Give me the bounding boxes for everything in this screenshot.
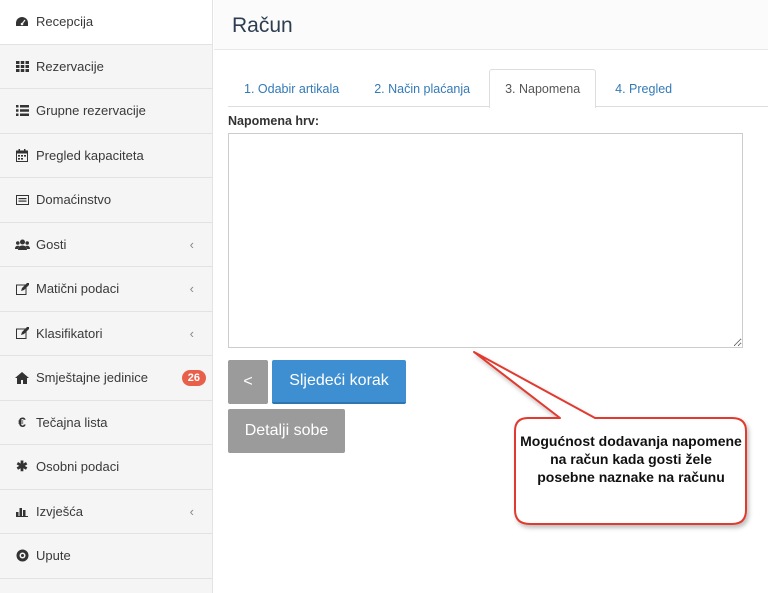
grid-icon [14, 58, 30, 74]
sidebar-item-upute[interactable]: Upute [0, 534, 212, 579]
sidebar-item-pregled-kapaciteta[interactable]: Pregled kapaciteta [0, 134, 212, 178]
sidebar: Recepcija Rezervacije Grupne rezervacije… [0, 0, 213, 593]
back-button[interactable]: < [228, 360, 268, 404]
room-details-button[interactable]: Detalji sobe [228, 409, 345, 453]
chevron-left-icon: ‹ [189, 281, 194, 297]
tab-odabir-artikala[interactable]: 1. Odabir artikala [228, 69, 355, 107]
note-field-label: Napomena hrv: [228, 114, 319, 128]
tab-pregled[interactable]: 4. Pregled [599, 69, 688, 107]
page-header: Račun [214, 0, 768, 50]
sidebar-item-label: Osobni podaci [36, 459, 120, 475]
list-icon [14, 103, 30, 119]
sidebar-item-klasifikatori[interactable]: Klasifikatori ‹ [0, 312, 212, 356]
sidebar-item-tecajna-lista[interactable]: € Tečajna lista [0, 401, 212, 445]
sidebar-item-domacinstvo[interactable]: Domaćinstvo [0, 178, 212, 223]
sidebar-item-label: Tečajna lista [36, 414, 108, 430]
dashboard-icon [14, 14, 30, 30]
wizard-tabs: 1. Odabir artikala 2. Način plaćanja 3. … [228, 69, 768, 108]
asterisk-icon: ✱ [16, 458, 28, 475]
next-step-button[interactable]: Sljedeći korak [272, 360, 406, 404]
sidebar-item-label: Klasifikatori [36, 325, 103, 341]
bar-chart-icon [14, 503, 30, 519]
sidebar-item-maticni-podaci[interactable]: Matični podaci ‹ [0, 267, 212, 312]
sidebar-item-izvjesca[interactable]: Izvješća ‹ [0, 490, 212, 534]
note-textarea[interactable] [228, 133, 743, 348]
sidebar-item-grupne-rezervacije[interactable]: Grupne rezervacije [0, 89, 212, 134]
sidebar-item-rezervacije[interactable]: Rezervacije [0, 45, 212, 89]
chevron-left-icon: ‹ [189, 236, 194, 252]
sidebar-item-smjestajne-jedinice[interactable]: Smještajne jedinice 26 [0, 356, 212, 401]
callout-text: Mogućnost dodavanja napomene na račun ka… [520, 433, 742, 485]
sidebar-item-label: Matični podaci [36, 281, 120, 297]
euro-icon: € [18, 414, 26, 431]
sidebar-item-label: Upute [36, 548, 71, 564]
users-icon [14, 236, 30, 252]
info-icon [14, 548, 30, 564]
chevron-left-icon: ‹ [189, 503, 194, 519]
page-title: Račun [232, 14, 293, 37]
sidebar-item-osobni-podaci[interactable]: ✱ Osobni podaci [0, 445, 212, 490]
sidebar-item-label: Pregled kapaciteta [36, 147, 144, 163]
home-icon [14, 370, 30, 386]
tab-nacin-placanja[interactable]: 2. Način plaćanja [358, 69, 486, 107]
sidebar-item-recepcija[interactable]: Recepcija [0, 0, 212, 45]
sidebar-item-gosti[interactable]: Gosti ‹ [0, 223, 212, 267]
card-icon [14, 192, 30, 208]
sidebar-item-label: Izvješća [36, 503, 83, 519]
sidebar-item-label: Smještajne jedinice [36, 370, 149, 386]
edit-icon [14, 281, 30, 297]
sidebar-item-label: Recepcija [36, 14, 94, 30]
sidebar-item-label: Domaćinstvo [36, 192, 112, 208]
count-badge: 26 [181, 369, 206, 386]
main-content: Račun 1. Odabir artikala 2. Način plaćan… [214, 0, 768, 593]
edit-icon [14, 325, 30, 341]
calendar-icon [14, 147, 30, 163]
tab-napomena[interactable]: 3. Napomena [489, 69, 597, 108]
sidebar-item-label: Rezervacije [36, 58, 104, 74]
sidebar-item-label: Grupne rezervacije [36, 103, 146, 119]
chevron-left-icon: ‹ [189, 325, 194, 341]
app-window: Recepcija Rezervacije Grupne rezervacije… [0, 0, 768, 593]
sidebar-item-label: Gosti [36, 236, 67, 252]
